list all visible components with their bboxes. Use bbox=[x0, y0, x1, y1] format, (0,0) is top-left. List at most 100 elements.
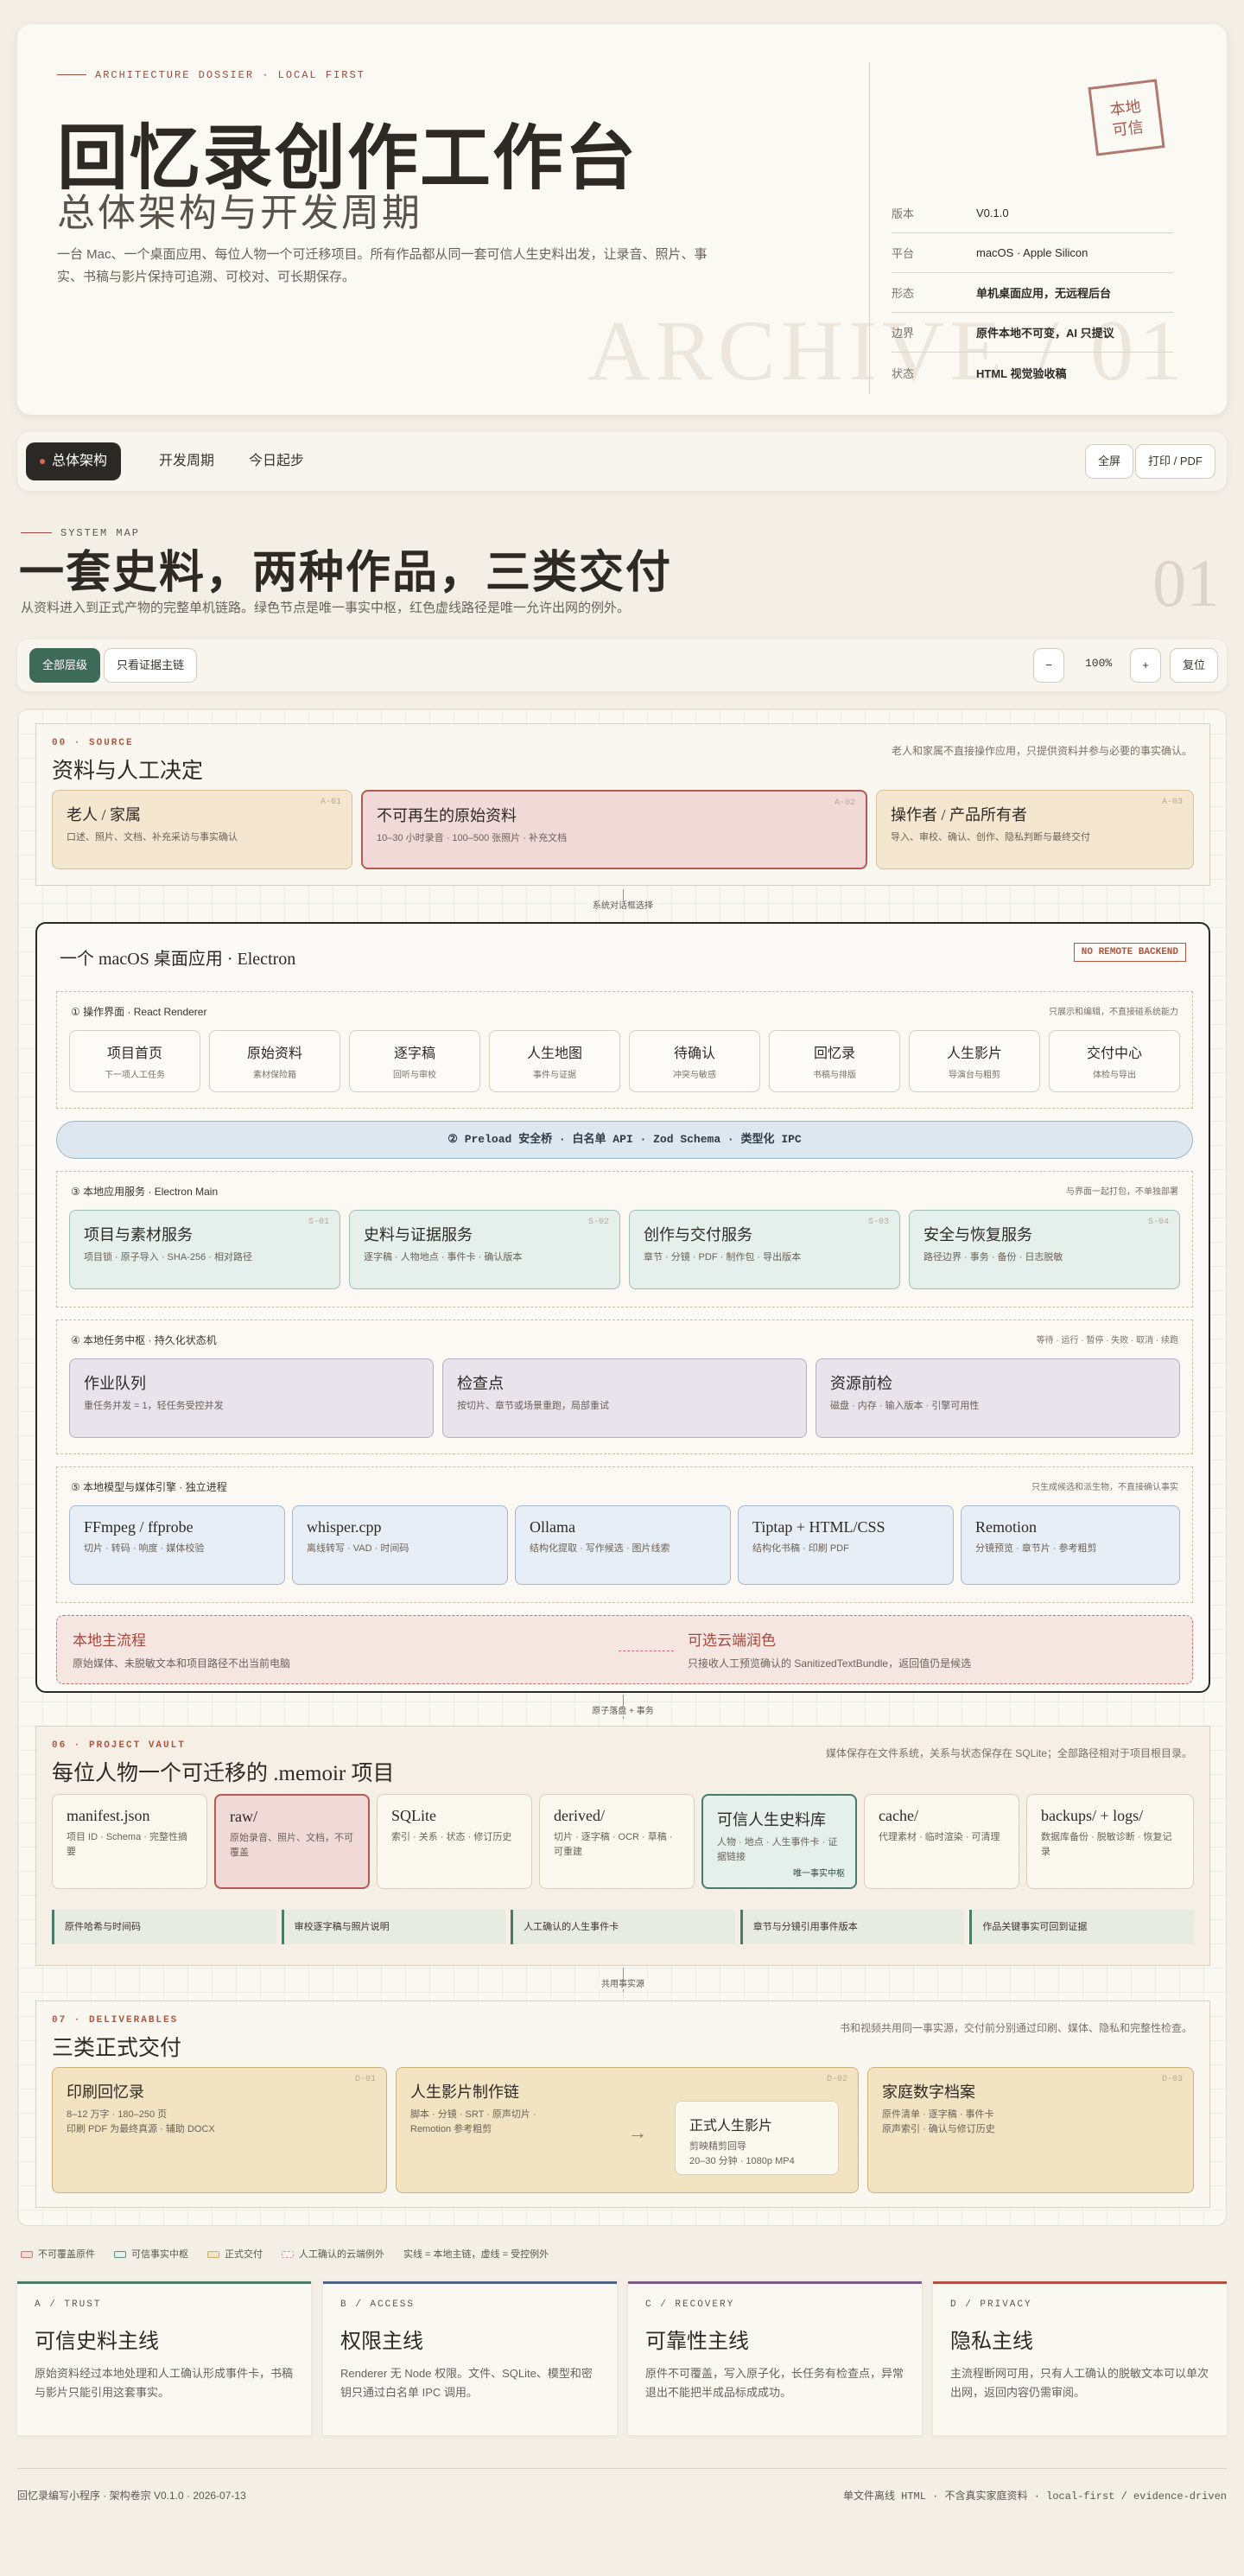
legend-item-original: 不可覆盖原件 bbox=[21, 2247, 95, 2261]
meta-row-version: 版本 V0.1.0 bbox=[892, 194, 1173, 233]
network-boundary: 本地主流程 原始媒体、未脱敏文本和项目路径不出当前电脑 可选云端润色 只接收人工… bbox=[56, 1615, 1193, 1684]
evidence-chain: 原件哈希与时间码 审校逐字稿与照片说明 人工确认的人生事件卡 章节与分镜引用事件… bbox=[52, 1910, 1194, 1944]
service-security-recovery[interactable]: S-04 安全与恢复服务 路径边界 · 事务 · 备份 · 日志脱敏 bbox=[909, 1210, 1180, 1289]
connector-label-atomic: 原子落盘 + 事务 bbox=[18, 1703, 1228, 1716]
connector-label-shared: 共用事实源 bbox=[18, 1976, 1228, 1989]
cloud-polish-desc: 只接收人工预览确认的 SanitizedTextBundle，返回值仍是候选 bbox=[688, 1657, 972, 1670]
ui-item-pending[interactable]: 待确认 冲突与敏感 bbox=[629, 1030, 760, 1092]
vault-derived[interactable]: derived/切片 · 逐字稿 · OCR · 草稿 · 可重建 bbox=[539, 1794, 695, 1889]
service-layer: ③ 本地应用服务 · Electron Main 与界面一起打包，不单独部署 S-… bbox=[56, 1171, 1193, 1307]
app-title: 一个 macOS 桌面应用 · Electron bbox=[60, 950, 296, 969]
deliverable-film-chain[interactable]: D-02 人生影片制作链 脚本 · 分镜 · SRT · 原声切片 · Remoti… bbox=[396, 2067, 859, 2193]
vault-cache[interactable]: cache/代理素材 · 临时渲染 · 可清理 bbox=[864, 1794, 1019, 1889]
ui-item-memoir[interactable]: 回忆录 书稿与排版 bbox=[769, 1030, 900, 1092]
project-vault-group: 06 · PROJECT VAULT 每位人物一个可迁移的 .memoir 项目… bbox=[35, 1726, 1210, 1966]
vault-backups[interactable]: backups/ + logs/数据库备份 · 脱敏诊断 · 恢复记录 bbox=[1026, 1794, 1194, 1889]
engine-remotion[interactable]: Remotion 分镜预览 · 章节片 · 参考粗剪 bbox=[961, 1505, 1180, 1585]
page-footer: 回忆录编写小程序 · 架构卷宗 V0.1.0 · 2026-07-13 单文件离… bbox=[17, 2468, 1227, 2503]
source-title: 资料与人工决定 bbox=[52, 760, 204, 783]
chain-step: 原件哈希与时间码 bbox=[52, 1910, 276, 1944]
legend-line-note: 实线 = 本地主链，虚线 = 受控例外 bbox=[403, 2249, 549, 2260]
task-hub-layer: ④ 本地任务中枢 · 持久化状态机 等待 · 运行 · 暂停 · 失败 · 取消 … bbox=[56, 1320, 1193, 1454]
connector-label-dialog: 系统对话框选择 bbox=[18, 898, 1228, 911]
legend-item-hub: 可信事实中枢 bbox=[114, 2247, 188, 2261]
section-title: 一套史料，两种作品，三类交付 bbox=[19, 549, 673, 598]
engine-whisper[interactable]: whisper.cpp 离线转写 · VAD · 时间码 bbox=[292, 1505, 508, 1585]
deliverables-kicker: 07 · DELIVERABLES bbox=[52, 2015, 179, 2026]
deliverables-note: 书和视频共用同一事实源，交付前分别通过印刷、媒体、隐私和完整性检查。 bbox=[839, 2022, 1192, 2034]
ui-item-home[interactable]: 项目首页 下一项人工任务 bbox=[69, 1030, 200, 1092]
source-card-elders[interactable]: A-01 老人 / 家属 口述、照片、文档、补充采访与事实确认 bbox=[52, 790, 352, 869]
deliverable-family-archive[interactable]: D-03 家庭数字档案 原件清单 · 逐字稿 · 事件卡 原声索引 · 确认与修订历… bbox=[867, 2067, 1194, 2193]
print-pdf-button[interactable]: 打印 / PDF bbox=[1135, 444, 1215, 479]
deliverables-title: 三类正式交付 bbox=[52, 2037, 182, 2060]
vault-note: 媒体保存在文件系统，关系与状态保存在 SQLite；全部路径相对于项目根目录。 bbox=[825, 1747, 1192, 1759]
zoom-in-button[interactable]: + bbox=[1130, 648, 1161, 683]
zoom-level: 100% bbox=[1085, 657, 1113, 670]
principle-recovery: C / RECOVERY 可靠性主线 原件不可覆盖，写入原子化，长任务有检查点，异常… bbox=[628, 2281, 922, 2435]
hero-divider bbox=[869, 62, 870, 394]
deliverable-final-film[interactable]: 正式人生影片 剪映精剪回导 20–30 分钟 · 1080p MP4 bbox=[675, 2101, 839, 2175]
task-checkpoint[interactable]: 检查点 按切片、章节或场景重跑，局部重试 bbox=[442, 1358, 807, 1438]
ui-item-raw[interactable]: 原始资料 素材保险箱 bbox=[209, 1030, 340, 1092]
zoom-out-button[interactable]: − bbox=[1033, 648, 1064, 683]
filter-all-layers[interactable]: 全部层级 bbox=[29, 648, 101, 683]
meta-row-platform: 平台 macOS · Apple Silicon bbox=[892, 233, 1173, 273]
principle-access: B / ACCESS 权限主线 Renderer 无 Node 权限。文件、SQLi… bbox=[323, 2281, 617, 2435]
ui-item-life-map[interactable]: 人生地图 事件与证据 bbox=[489, 1030, 620, 1092]
principle-privacy: D / PRIVACY 隐私主线 主流程断网可用，只有人工确认的脱敏文本可以单次出网… bbox=[933, 2281, 1227, 2435]
service-creation-delivery[interactable]: S-03 创作与交付服务 章节 · 分镜 · PDF · 制作包 · 导出版本 bbox=[629, 1210, 900, 1289]
local-trust-stamp: 本地 可信 bbox=[1088, 79, 1165, 156]
page-subtitle: 总体架构与开发周期 bbox=[57, 192, 422, 234]
meta-row-boundary: 边界 原件本地不可变，AI 只提议 bbox=[892, 313, 1173, 353]
desktop-app-frame: 一个 macOS 桌面应用 · Electron NO REMOTE BACKE… bbox=[35, 922, 1210, 1693]
service-history-evidence[interactable]: S-02 史料与证据服务 逐字稿 · 人物地点 · 事件卡 · 确认版本 bbox=[349, 1210, 620, 1289]
map-legend: 不可覆盖原件 可信事实中枢 正式交付 人工确认的云端例外 实线 = 本地主链，虚… bbox=[21, 2247, 549, 2261]
tab-start-today[interactable]: 今日起步 bbox=[235, 442, 318, 480]
vault-manifest[interactable]: manifest.json 项目 ID · Schema · 完整性摘要 bbox=[52, 1794, 207, 1889]
preload-bridge: ② Preload 安全桥 · 白名单 API · Zod Schema · 类… bbox=[56, 1121, 1193, 1159]
local-flow-desc: 原始媒体、未脱敏文本和项目路径不出当前电脑 bbox=[73, 1657, 291, 1670]
deliverable-memoir[interactable]: D-01 印刷回忆录 8–12 万字 · 180–250 页 印刷 PDF 为最终真… bbox=[52, 2067, 387, 2193]
source-card-raw-material[interactable]: A-02 不可再生的原始资料 10–30 小时录音 · 100–500 张照片 · … bbox=[361, 790, 867, 869]
tab-dev-cycle[interactable]: 开发周期 bbox=[145, 442, 228, 480]
legend-item-cloud: 人工确认的云端例外 bbox=[282, 2247, 384, 2261]
section-description: 从资料进入到正式产物的完整单机链路。绿色节点是唯一事实中枢，红色虚线路径是唯一允… bbox=[21, 601, 631, 615]
source-card-operator[interactable]: A-03 操作者 / 产品所有者 导入、审校、确认、创作、隐私判断与最终交付 bbox=[876, 790, 1194, 869]
vault-sqlite[interactable]: SQLite 索引 · 关系 · 状态 · 修订历史 bbox=[377, 1794, 532, 1889]
tab-architecture[interactable]: 总体架构 bbox=[26, 442, 122, 480]
vault-trusted-history[interactable]: 可信人生史料库 人物 · 地点 · 人生事件卡 · 证据链接 唯一事实中枢 bbox=[701, 1794, 857, 1889]
chain-step: 人工确认的人生事件卡 bbox=[511, 1910, 735, 1944]
engine-ffmpeg[interactable]: FFmpeg / ffprobe 切片 · 转码 · 响度 · 媒体校验 bbox=[69, 1505, 285, 1585]
vault-raw[interactable]: raw/原始录音、照片、文档，不可覆盖 bbox=[214, 1794, 370, 1889]
no-backend-badge: NO REMOTE BACKEND bbox=[1073, 943, 1186, 962]
reset-view-button[interactable]: 复位 bbox=[1170, 648, 1219, 683]
meta-table: 版本 V0.1.0 平台 macOS · Apple Silicon 形态 单机桌面应… bbox=[892, 194, 1173, 392]
legend-item-delivery: 正式交付 bbox=[207, 2247, 263, 2261]
map-controls: 全部层级 只看证据主链 − 100% + 复位 bbox=[17, 639, 1227, 691]
ui-item-film[interactable]: 人生影片 导演台与粗剪 bbox=[909, 1030, 1040, 1092]
principle-trust: A / TRUST 可信史料主线 原始资料经过本地处理和人工确认形成事件卡，书稿与影… bbox=[17, 2281, 311, 2435]
task-job-queue[interactable]: 作业队列 重任务并发 = 1，轻任务受控并发 bbox=[69, 1358, 434, 1438]
section-number: 01 bbox=[1152, 545, 1220, 620]
footer-right: 单文件离线 HTML · 不含真实家庭资料 · local-first / ev… bbox=[842, 2490, 1227, 2503]
filter-evidence-chain[interactable]: 只看证据主链 bbox=[104, 648, 198, 683]
arrow-right-icon: → bbox=[628, 2121, 647, 2143]
hero-kicker: ARCHITECTURE DOSSIER · LOCAL FIRST bbox=[57, 69, 365, 81]
service-project-assets[interactable]: S-01 项目与素材服务 项目锁 · 原子导入 · SHA-256 · 相对路径 bbox=[69, 1210, 340, 1289]
engine-layer: ⑤ 本地模型与媒体引擎 · 独立进程 只生成候选和派生物，不直接确认事实 FFmp… bbox=[56, 1466, 1193, 1603]
cloud-polish-title: 可选云端润色 bbox=[688, 1632, 776, 1649]
task-resource-precheck[interactable]: 资源前检 磁盘 · 内存 · 输入版本 · 引擎可用性 bbox=[816, 1358, 1180, 1438]
hero-panel: ARCHITECTURE DOSSIER · LOCAL FIRST 回忆录创作… bbox=[17, 24, 1227, 415]
footer-left: 回忆录编写小程序 · 架构卷宗 V0.1.0 · 2026-07-13 bbox=[17, 2490, 246, 2502]
engine-tiptap[interactable]: Tiptap + HTML/CSS 结构化书稿 · 印刷 PDF bbox=[738, 1505, 954, 1585]
local-flow-title: 本地主流程 bbox=[73, 1632, 146, 1649]
source-kicker: 00 · SOURCE bbox=[52, 738, 134, 748]
fullscreen-button[interactable]: 全屏 bbox=[1085, 444, 1134, 479]
engine-ollama[interactable]: Ollama 结构化提取 · 写作候选 · 图片线索 bbox=[515, 1505, 731, 1585]
ui-item-transcript[interactable]: 逐字稿 回听与审校 bbox=[349, 1030, 480, 1092]
ui-item-delivery[interactable]: 交付中心 体检与导出 bbox=[1049, 1030, 1180, 1092]
ui-layer: ① 操作界面 · React Renderer 只展示和编辑，不直接碰系统能力 项… bbox=[56, 991, 1193, 1109]
tab-bar: 总体架构 开发周期 今日起步 全屏 打印 / PDF bbox=[17, 432, 1227, 491]
architecture-map: 00 · SOURCE 资料与人工决定 老人和家属不直接操作应用，只提供资料并参… bbox=[17, 709, 1227, 2226]
